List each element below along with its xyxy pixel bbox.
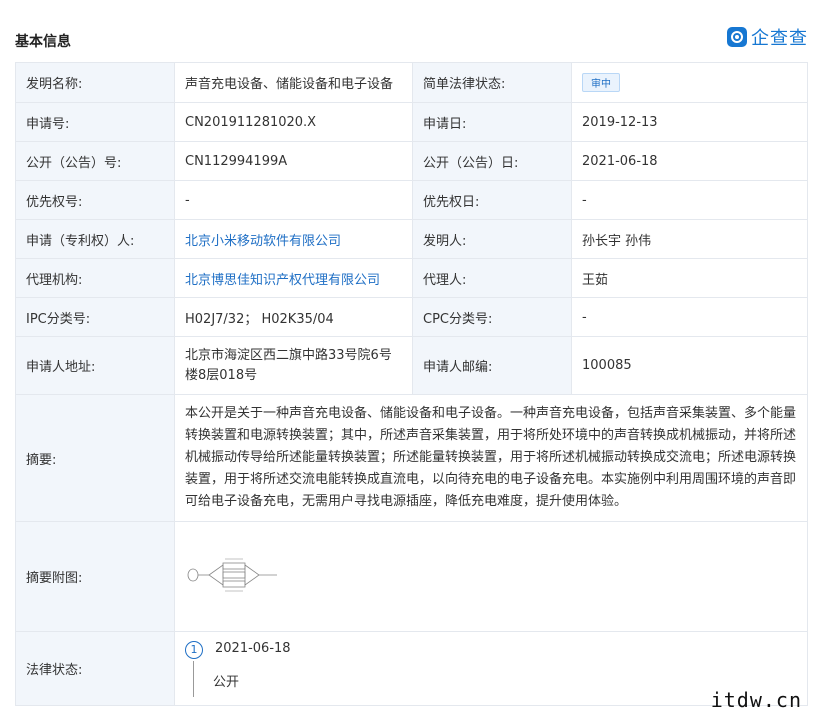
applicant-link[interactable]: 北京小米移动软件有限公司	[185, 234, 341, 249]
applicant-address: 北京市海淀区西二旗中路33号院6号楼8层018号	[174, 336, 413, 395]
field-label: 摘要:	[15, 394, 175, 522]
field-label: 法律状态:	[15, 631, 175, 706]
postal-code: 100085	[571, 336, 808, 395]
table-row: 优先权号: - 优先权日: -	[15, 180, 808, 220]
application-date: 2019-12-13	[571, 102, 808, 142]
field-label: IPC分类号:	[15, 297, 175, 337]
priority-number: -	[174, 180, 413, 220]
table-row: 发明名称: 声音充电设备、储能设备和电子设备 简单法律状态: 审中	[15, 62, 808, 103]
table-row: 法律状态: 1 2021-06-18 公开	[15, 631, 808, 706]
field-label: 发明人:	[412, 219, 572, 259]
field-label: 申请日:	[412, 102, 572, 142]
field-label: 申请人邮编:	[412, 336, 572, 395]
field-label: 代理人:	[412, 258, 572, 298]
table-row: IPC分类号: H02J7/32； H02K35/04 CPC分类号: -	[15, 297, 808, 337]
agency-link[interactable]: 北京博思佳知识产权代理有限公司	[185, 273, 380, 288]
priority-date: -	[571, 180, 808, 220]
agent: 王茹	[571, 258, 808, 298]
qichacha-logo-icon	[727, 27, 747, 47]
timeline-date: 2021-06-18	[215, 640, 291, 656]
field-label: 代理机构:	[15, 258, 175, 298]
section-title: 基本信息	[15, 34, 71, 50]
application-number: CN201911281020.X	[174, 102, 413, 142]
field-label: 优先权号:	[15, 180, 175, 220]
field-label: 摘要附图:	[15, 521, 175, 632]
legal-timeline: 1 2021-06-18 公开	[185, 633, 797, 705]
status-badge: 审中	[582, 73, 620, 92]
table-row: 摘要附图:	[15, 521, 808, 632]
table-row: 代理机构: 北京博思佳知识产权代理有限公司 代理人: 王茹	[15, 258, 808, 298]
invention-name: 声音充电设备、储能设备和电子设备	[174, 62, 413, 103]
field-label: 公开（公告）日:	[412, 141, 572, 181]
field-label: 发明名称:	[15, 62, 175, 103]
field-label: 公开（公告）号:	[15, 141, 175, 181]
ipc-class: H02J7/32； H02K35/04	[174, 297, 413, 337]
abstract-figure-thumbnail[interactable]	[185, 555, 285, 595]
publication-number: CN112994199A	[174, 141, 413, 181]
watermark-text: itdw.cn	[710, 688, 802, 712]
header: 基本信息 企查查	[0, 0, 820, 62]
field-label: 优先权日:	[412, 180, 572, 220]
table-row: 公开（公告）号: CN112994199A 公开（公告）日: 2021-06-1…	[15, 141, 808, 181]
inventors: 孙长宇 孙伟	[571, 219, 808, 259]
publication-date: 2021-06-18	[571, 141, 808, 181]
patent-info-table: 发明名称: 声音充电设备、储能设备和电子设备 简单法律状态: 审中 申请号: C…	[15, 62, 808, 706]
field-label: 申请（专利权）人:	[15, 219, 175, 259]
brand-name: 企查查	[751, 28, 808, 49]
table-row: 摘要: 本公开是关于一种声音充电设备、储能设备和电子设备。一种声音充电设备，包括…	[15, 394, 808, 522]
timeline-step-number: 1	[185, 640, 203, 659]
table-row: 申请人地址: 北京市海淀区西二旗中路33号院6号楼8层018号 申请人邮编: 1…	[15, 336, 808, 395]
field-label: CPC分类号:	[412, 297, 572, 337]
table-row: 申请号: CN201911281020.X 申请日: 2019-12-13	[15, 102, 808, 142]
abstract-text: 本公开是关于一种声音充电设备、储能设备和电子设备。一种声音充电设备，包括声音采集…	[174, 394, 808, 522]
field-label: 简单法律状态:	[412, 62, 572, 103]
brand-logo[interactable]: 企查查	[727, 24, 808, 50]
field-label: 申请人地址:	[15, 336, 175, 395]
timeline-line	[193, 660, 194, 697]
table-row: 申请（专利权）人: 北京小米移动软件有限公司 发明人: 孙长宇 孙伟	[15, 219, 808, 259]
field-label: 申请号:	[15, 102, 175, 142]
cpc-class: -	[571, 297, 808, 337]
timeline-status: 公开	[213, 674, 240, 690]
